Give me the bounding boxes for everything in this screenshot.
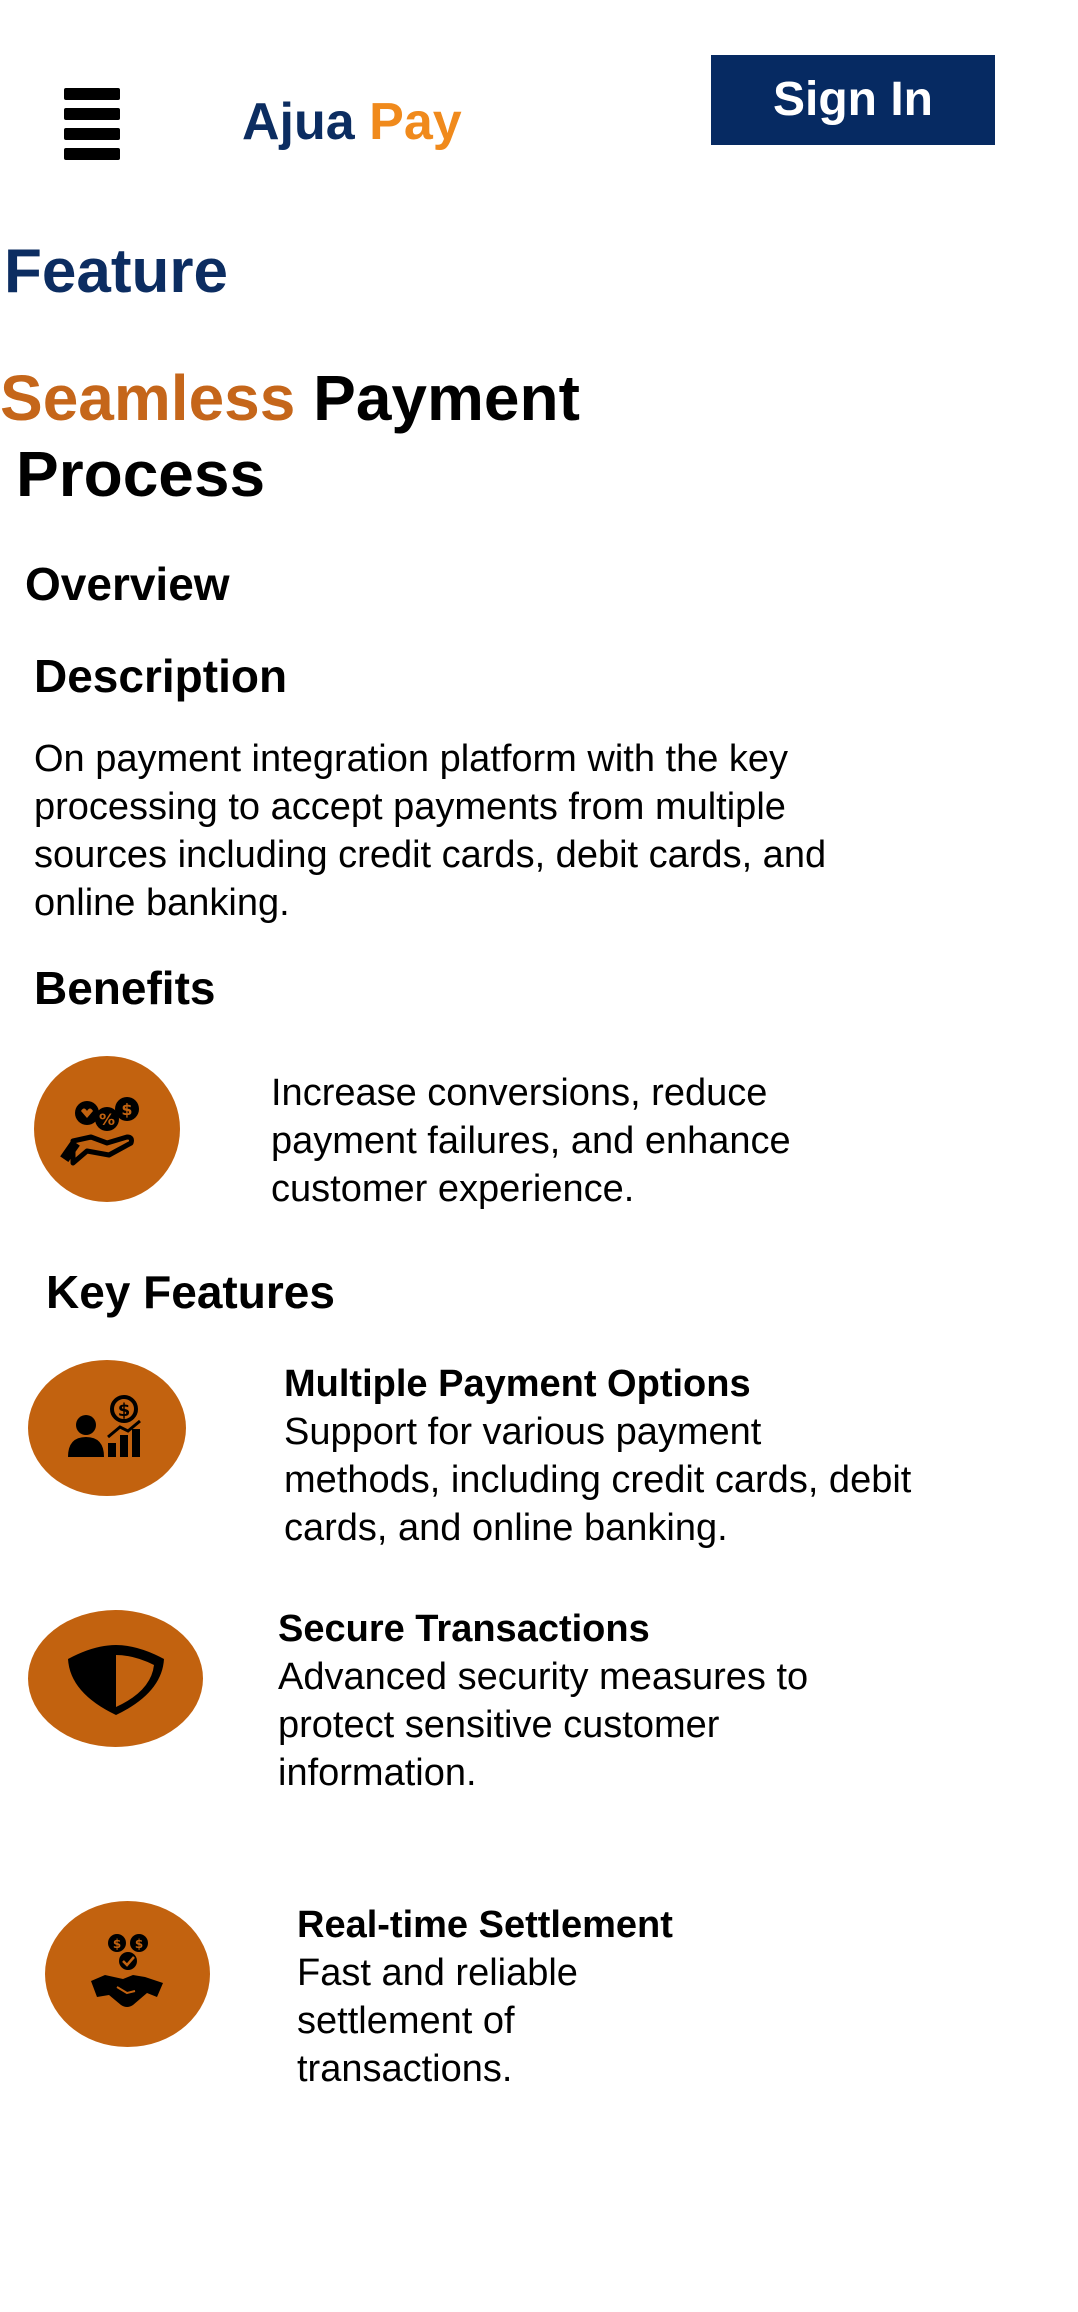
key-features-heading: Key Features [46,1266,335,1318]
brand-logo[interactable]: Ajua Pay [242,92,462,152]
svg-text:$: $ [121,1100,132,1119]
headline-rest-line1: Payment [313,362,580,434]
page-title: Seamless Payment Process [0,360,700,512]
svg-text:$: $ [134,1937,142,1951]
feature-description-real-time-settlement: Fast and reliable settlement of transact… [297,1952,578,2090]
feature-title-real-time-settlement: Real-time Settlement [297,1904,673,1946]
feature-description-multiple-payment-options: Support for various payment methods, inc… [284,1411,912,1549]
description-heading: Description [34,650,288,702]
benefits-text: Increase conversions, reduce payment fai… [271,1072,791,1210]
hand-with-coins-icon: % $ [34,1056,180,1202]
overview-heading: Overview [25,558,230,610]
user-dollar-growth-icon: $ [28,1360,186,1496]
description-text: On payment integration platform with the… [34,738,827,924]
feature-description-secure-transactions: Advanced security measures to protect se… [278,1656,809,1794]
feature-title-multiple-payment-options: Multiple Payment Options [284,1363,751,1405]
brand-name-part2: Pay [369,93,462,151]
svg-text:$: $ [112,1937,120,1951]
benefits-heading: Benefits [34,962,216,1014]
feature-title-secure-transactions: Secure Transactions [278,1608,650,1650]
svg-text:%: % [99,1110,115,1129]
svg-text:$: $ [118,1400,131,1421]
handshake-coins-icon: $ $ [45,1901,210,2047]
section-label: Feature [4,237,228,306]
sign-in-button[interactable]: Sign In [711,55,995,145]
hamburger-menu-icon[interactable] [64,88,120,160]
feature-page: Ajua Pay Sign In Feature Seamless Paymen… [0,0,1078,2312]
shield-icon [28,1610,203,1747]
brand-name-part1: Ajua [242,93,355,151]
headline-rest-line2: Process [16,438,266,510]
headline-accent: Seamless [0,362,296,434]
